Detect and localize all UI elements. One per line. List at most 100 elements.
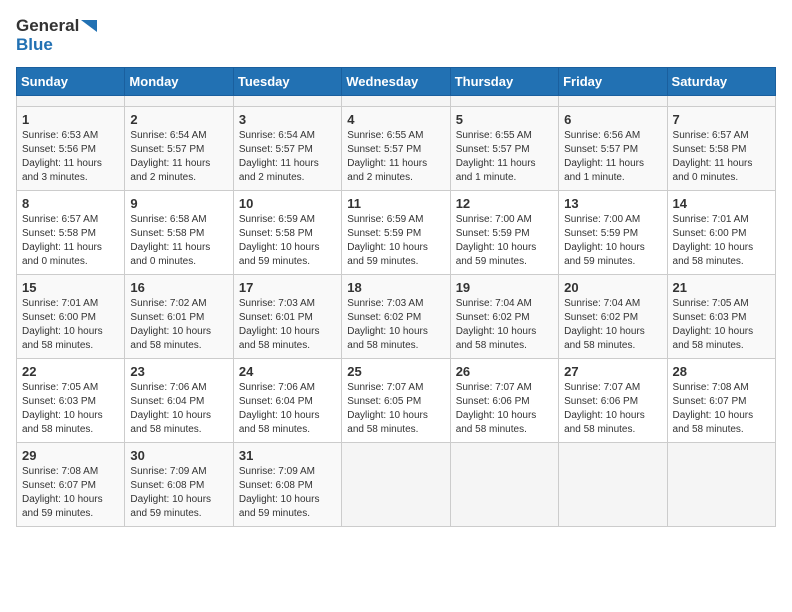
calendar-cell: 29 Sunrise: 7:08 AMSunset: 6:07 PMDayligh… bbox=[17, 442, 125, 526]
calendar-cell: 5 Sunrise: 6:55 AMSunset: 5:57 PMDaylight… bbox=[450, 106, 558, 190]
day-number: 31 bbox=[239, 448, 336, 463]
calendar-body: 1 Sunrise: 6:53 AMSunset: 5:56 PMDaylight… bbox=[17, 95, 776, 526]
calendar-cell: 19 Sunrise: 7:04 AMSunset: 6:02 PMDayligh… bbox=[450, 274, 558, 358]
page-header: General Blue bbox=[16, 16, 776, 55]
calendar-week-row: 8Sunrise: 6:57 AMSunset: 5:58 PMDaylight… bbox=[17, 190, 776, 274]
day-info: Sunrise: 7:08 AMSunset: 6:07 PMDaylight:… bbox=[22, 465, 119, 521]
day-info: Sunrise: 6:55 AMSunset: 5:57 PMDaylight:… bbox=[456, 129, 553, 185]
calendar-cell: 9 Sunrise: 6:58 AMSunset: 5:58 PMDaylight… bbox=[125, 190, 233, 274]
calendar-header-row: SundayMondayTuesdayWednesdayThursdayFrid… bbox=[17, 67, 776, 95]
calendar-cell: 11 Sunrise: 6:59 AMSunset: 5:59 PMDayligh… bbox=[342, 190, 450, 274]
calendar-day-header: Saturday bbox=[667, 67, 775, 95]
day-info: Sunrise: 7:09 AMSunset: 6:08 PMDaylight:… bbox=[130, 465, 227, 521]
day-number: 16 bbox=[130, 280, 227, 295]
day-info: Sunrise: 6:53 AMSunset: 5:56 PMDaylight:… bbox=[22, 129, 119, 185]
day-info: Sunrise: 7:05 AMSunset: 6:03 PMDaylight:… bbox=[22, 381, 119, 437]
calendar-cell: 31 Sunrise: 7:09 AMSunset: 6:08 PMDayligh… bbox=[233, 442, 341, 526]
day-number: 26 bbox=[456, 364, 553, 379]
day-info: Sunrise: 7:08 AMSunset: 6:07 PMDaylight:… bbox=[673, 381, 770, 437]
day-info: Sunrise: 7:05 AMSunset: 6:03 PMDaylight:… bbox=[673, 297, 770, 353]
calendar-cell bbox=[125, 95, 233, 106]
calendar-day-header: Friday bbox=[559, 67, 667, 95]
day-number: 30 bbox=[130, 448, 227, 463]
calendar-cell: 16 Sunrise: 7:02 AMSunset: 6:01 PMDayligh… bbox=[125, 274, 233, 358]
day-number: 2 bbox=[130, 112, 227, 127]
day-info: Sunrise: 6:56 AMSunset: 5:57 PMDaylight:… bbox=[564, 129, 661, 185]
calendar-week-row: 1 Sunrise: 6:53 AMSunset: 5:56 PMDaylight… bbox=[17, 106, 776, 190]
calendar-week-row bbox=[17, 95, 776, 106]
calendar-cell: 26 Sunrise: 7:07 AMSunset: 6:06 PMDayligh… bbox=[450, 358, 558, 442]
calendar-cell: 14Sunrise: 7:01 AMSunset: 6:00 PMDayligh… bbox=[667, 190, 775, 274]
calendar-cell: 15Sunrise: 7:01 AMSunset: 6:00 PMDayligh… bbox=[17, 274, 125, 358]
day-number: 17 bbox=[239, 280, 336, 295]
day-info: Sunrise: 7:03 AMSunset: 6:02 PMDaylight:… bbox=[347, 297, 444, 353]
calendar-day-header: Tuesday bbox=[233, 67, 341, 95]
calendar-cell: 18 Sunrise: 7:03 AMSunset: 6:02 PMDayligh… bbox=[342, 274, 450, 358]
calendar-cell bbox=[667, 442, 775, 526]
calendar-cell: 20 Sunrise: 7:04 AMSunset: 6:02 PMDayligh… bbox=[559, 274, 667, 358]
calendar-cell: 4 Sunrise: 6:55 AMSunset: 5:57 PMDaylight… bbox=[342, 106, 450, 190]
day-number: 6 bbox=[564, 112, 661, 127]
day-number: 18 bbox=[347, 280, 444, 295]
day-number: 8 bbox=[22, 196, 119, 211]
day-number: 9 bbox=[130, 196, 227, 211]
calendar-cell bbox=[450, 442, 558, 526]
day-number: 7 bbox=[673, 112, 770, 127]
day-info: Sunrise: 6:54 AMSunset: 5:57 PMDaylight:… bbox=[130, 129, 227, 185]
day-info: Sunrise: 6:57 AMSunset: 5:58 PMDaylight:… bbox=[673, 129, 770, 185]
calendar-cell bbox=[450, 95, 558, 106]
calendar-week-row: 15Sunrise: 7:01 AMSunset: 6:00 PMDayligh… bbox=[17, 274, 776, 358]
calendar-cell: 6 Sunrise: 6:56 AMSunset: 5:57 PMDaylight… bbox=[559, 106, 667, 190]
logo: General Blue bbox=[16, 16, 101, 55]
day-number: 11 bbox=[347, 196, 444, 211]
calendar-cell: 24Sunrise: 7:06 AMSunset: 6:04 PMDayligh… bbox=[233, 358, 341, 442]
calendar-cell bbox=[559, 95, 667, 106]
calendar-cell: 30 Sunrise: 7:09 AMSunset: 6:08 PMDayligh… bbox=[125, 442, 233, 526]
logo-container: General Blue bbox=[16, 16, 101, 55]
day-number: 5 bbox=[456, 112, 553, 127]
calendar-cell: 8Sunrise: 6:57 AMSunset: 5:58 PMDaylight… bbox=[17, 190, 125, 274]
day-info: Sunrise: 6:58 AMSunset: 5:58 PMDaylight:… bbox=[130, 213, 227, 269]
day-info: Sunrise: 7:04 AMSunset: 6:02 PMDaylight:… bbox=[564, 297, 661, 353]
day-info: Sunrise: 6:54 AMSunset: 5:57 PMDaylight:… bbox=[239, 129, 336, 185]
calendar-cell: 7 Sunrise: 6:57 AMSunset: 5:58 PMDaylight… bbox=[667, 106, 775, 190]
calendar-cell: 28 Sunrise: 7:08 AMSunset: 6:07 PMDayligh… bbox=[667, 358, 775, 442]
day-number: 28 bbox=[673, 364, 770, 379]
day-number: 15 bbox=[22, 280, 119, 295]
calendar-cell bbox=[559, 442, 667, 526]
day-number: 24 bbox=[239, 364, 336, 379]
logo-text-blue: Blue bbox=[16, 36, 101, 55]
calendar-cell: 21 Sunrise: 7:05 AMSunset: 6:03 PMDayligh… bbox=[667, 274, 775, 358]
day-number: 4 bbox=[347, 112, 444, 127]
day-number: 19 bbox=[456, 280, 553, 295]
day-number: 13 bbox=[564, 196, 661, 211]
day-info: Sunrise: 7:07 AMSunset: 6:05 PMDaylight:… bbox=[347, 381, 444, 437]
day-info: Sunrise: 7:09 AMSunset: 6:08 PMDaylight:… bbox=[239, 465, 336, 521]
day-info: Sunrise: 7:04 AMSunset: 6:02 PMDaylight:… bbox=[456, 297, 553, 353]
day-number: 29 bbox=[22, 448, 119, 463]
day-info: Sunrise: 7:07 AMSunset: 6:06 PMDaylight:… bbox=[456, 381, 553, 437]
day-number: 3 bbox=[239, 112, 336, 127]
calendar-cell: 13Sunrise: 7:00 AMSunset: 5:59 PMDayligh… bbox=[559, 190, 667, 274]
calendar-cell: 1 Sunrise: 6:53 AMSunset: 5:56 PMDaylight… bbox=[17, 106, 125, 190]
calendar-cell: 10Sunrise: 6:59 AMSunset: 5:58 PMDayligh… bbox=[233, 190, 341, 274]
calendar-cell bbox=[17, 95, 125, 106]
calendar-cell: 17Sunrise: 7:03 AMSunset: 6:01 PMDayligh… bbox=[233, 274, 341, 358]
day-number: 27 bbox=[564, 364, 661, 379]
day-info: Sunrise: 7:02 AMSunset: 6:01 PMDaylight:… bbox=[130, 297, 227, 353]
day-number: 21 bbox=[673, 280, 770, 295]
calendar-day-header: Sunday bbox=[17, 67, 125, 95]
calendar-table: SundayMondayTuesdayWednesdayThursdayFrid… bbox=[16, 67, 776, 527]
day-info: Sunrise: 6:59 AMSunset: 5:58 PMDaylight:… bbox=[239, 213, 336, 269]
day-info: Sunrise: 6:55 AMSunset: 5:57 PMDaylight:… bbox=[347, 129, 444, 185]
day-number: 20 bbox=[564, 280, 661, 295]
calendar-cell: 27Sunrise: 7:07 AMSunset: 6:06 PMDayligh… bbox=[559, 358, 667, 442]
calendar-day-header: Wednesday bbox=[342, 67, 450, 95]
day-info: Sunrise: 6:59 AMSunset: 5:59 PMDaylight:… bbox=[347, 213, 444, 269]
calendar-day-header: Thursday bbox=[450, 67, 558, 95]
calendar-week-row: 22 Sunrise: 7:05 AMSunset: 6:03 PMDayligh… bbox=[17, 358, 776, 442]
day-number: 1 bbox=[22, 112, 119, 127]
day-number: 22 bbox=[22, 364, 119, 379]
logo-text-general: General bbox=[16, 17, 79, 36]
calendar-cell bbox=[342, 95, 450, 106]
